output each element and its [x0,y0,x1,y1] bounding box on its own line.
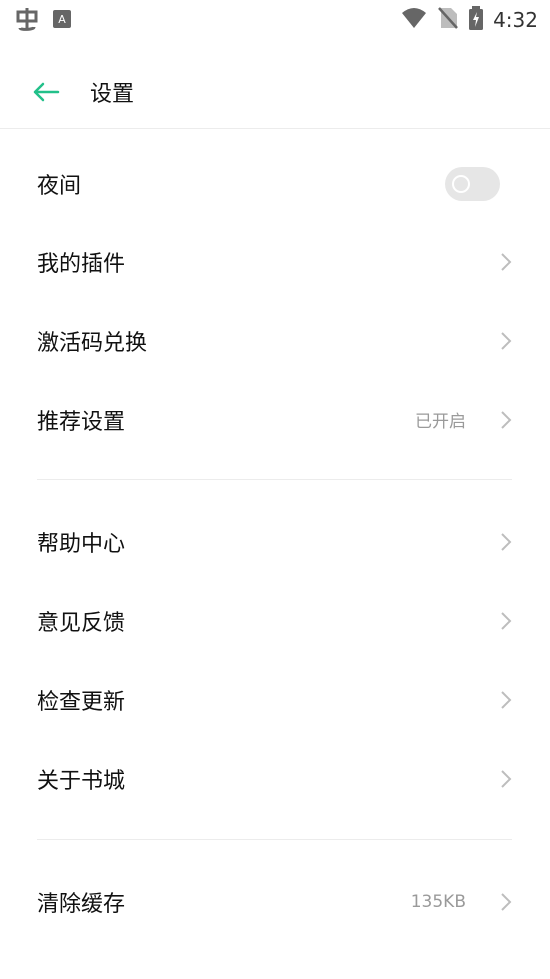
row-label: 清除缓存 [37,891,126,917]
row-label: 激活码兑换 [37,330,148,356]
row-value: 135KB [410,891,466,912]
clear-cache-row[interactable]: 清除缓存 135KB [0,862,550,941]
redeem-code-row[interactable]: 激活码兑换 [0,301,550,380]
battery-charging-icon [469,6,484,34]
chevron-right-icon [498,531,514,553]
chevron-right-icon [498,409,514,431]
app-bar: 设置 [0,56,550,129]
row-value: 已开启 [415,412,466,432]
row-label: 推荐设置 [37,409,126,435]
row-label: 帮助中心 [37,531,126,557]
status-right-icons: 4:32 [401,6,538,34]
back-button[interactable] [28,74,64,110]
chevron-right-icon [498,768,514,790]
status-bar: A 4:32 [0,0,550,38]
night-mode-row[interactable]: 夜间 [0,144,550,223]
page-title: 设置 [90,82,135,107]
svg-text:A: A [58,13,66,26]
about-bookstore-row[interactable]: 关于书城 [0,739,550,818]
status-left-icons: A [14,6,72,36]
chevron-right-icon [498,330,514,352]
status-time: 4:32 [493,8,538,32]
row-label: 夜间 [37,173,82,199]
bug-icon [14,6,40,36]
row-label: 我的插件 [37,251,126,277]
arrow-left-icon [33,82,60,102]
chevron-right-icon [498,689,514,711]
section-divider [37,479,512,480]
recommend-settings-row[interactable]: 推荐设置 已开启 [0,380,550,459]
wifi-icon [401,7,427,33]
help-center-row[interactable]: 帮助中心 [0,502,550,581]
check-update-row[interactable]: 检查更新 [0,660,550,739]
row-label: 检查更新 [37,689,126,715]
chevron-right-icon [498,891,514,913]
chevron-right-icon [498,610,514,632]
my-plugins-row[interactable]: 我的插件 [0,222,550,301]
chevron-right-icon [498,251,514,273]
night-mode-toggle[interactable] [445,166,500,201]
section-divider [37,839,512,840]
feedback-row[interactable]: 意见反馈 [0,581,550,660]
no-sim-icon [437,6,459,34]
a-app-icon: A [52,9,72,33]
row-label: 意见反馈 [37,610,126,636]
toggle-knob [452,174,470,193]
row-label: 关于书城 [37,768,126,794]
